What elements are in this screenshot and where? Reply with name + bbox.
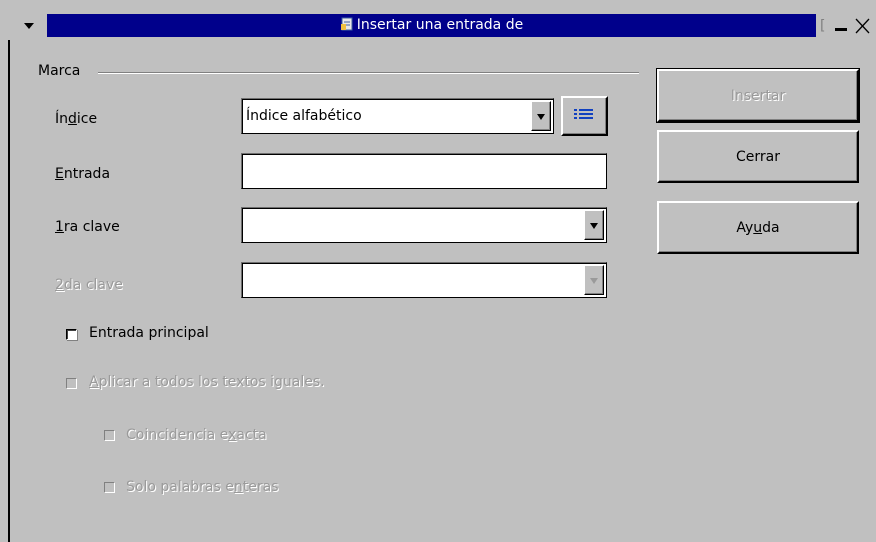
group-label-marca: Marca bbox=[38, 63, 81, 79]
aplicar-todos-checkbox bbox=[66, 378, 77, 389]
coincidencia-exacta-checkbox bbox=[104, 430, 115, 441]
title-fragment: [ bbox=[820, 18, 826, 34]
label-1ra-clave: 1ra clave bbox=[55, 219, 120, 235]
clave1-dropdown-button[interactable] bbox=[584, 210, 604, 240]
label-2da-clave: 2da clave bbox=[55, 277, 123, 293]
group-divider bbox=[98, 72, 639, 74]
entrada-principal-checkbox[interactable] bbox=[66, 329, 77, 340]
indice-select[interactable]: Índice alfabético bbox=[241, 98, 554, 134]
window-title: Insertar una entrada de bbox=[47, 14, 816, 37]
title-bar: Insertar una entrada de [ bbox=[0, 0, 876, 40]
clave1-combobox[interactable] bbox=[241, 207, 607, 243]
window-menu-arrow-icon[interactable] bbox=[14, 18, 44, 36]
clave2-combobox bbox=[241, 262, 607, 298]
insertar-button[interactable]: Insertar bbox=[656, 68, 860, 123]
aplicar-todos-label: Aplicar a todos los textos iguales. bbox=[89, 374, 325, 390]
minimize-icon[interactable] bbox=[832, 14, 850, 37]
solo-palabras-enteras-label: Solo palabras enteras bbox=[126, 479, 279, 495]
list-icon bbox=[574, 109, 593, 119]
cerrar-button[interactable]: Cerrar bbox=[657, 130, 859, 183]
new-index-button[interactable] bbox=[561, 96, 608, 136]
solo-palabras-enteras-checkbox bbox=[104, 482, 115, 493]
close-icon[interactable] bbox=[852, 14, 872, 37]
window-title-text: Insertar una entrada de bbox=[356, 17, 524, 33]
label-entrada: Entrada bbox=[55, 166, 111, 182]
coincidencia-exacta-label: Coincidencia exacta bbox=[126, 427, 267, 443]
ayuda-button[interactable]: Ayuda bbox=[657, 201, 859, 254]
label-indice: Índice bbox=[55, 111, 98, 127]
indice-select-value: Índice alfabético bbox=[246, 108, 362, 124]
clave2-dropdown-button bbox=[584, 265, 604, 295]
entrada-input[interactable] bbox=[241, 153, 607, 189]
entrada-principal-label[interactable]: Entrada principal bbox=[89, 325, 209, 341]
writer-document-icon bbox=[340, 17, 353, 31]
indice-dropdown-button[interactable] bbox=[531, 101, 551, 131]
